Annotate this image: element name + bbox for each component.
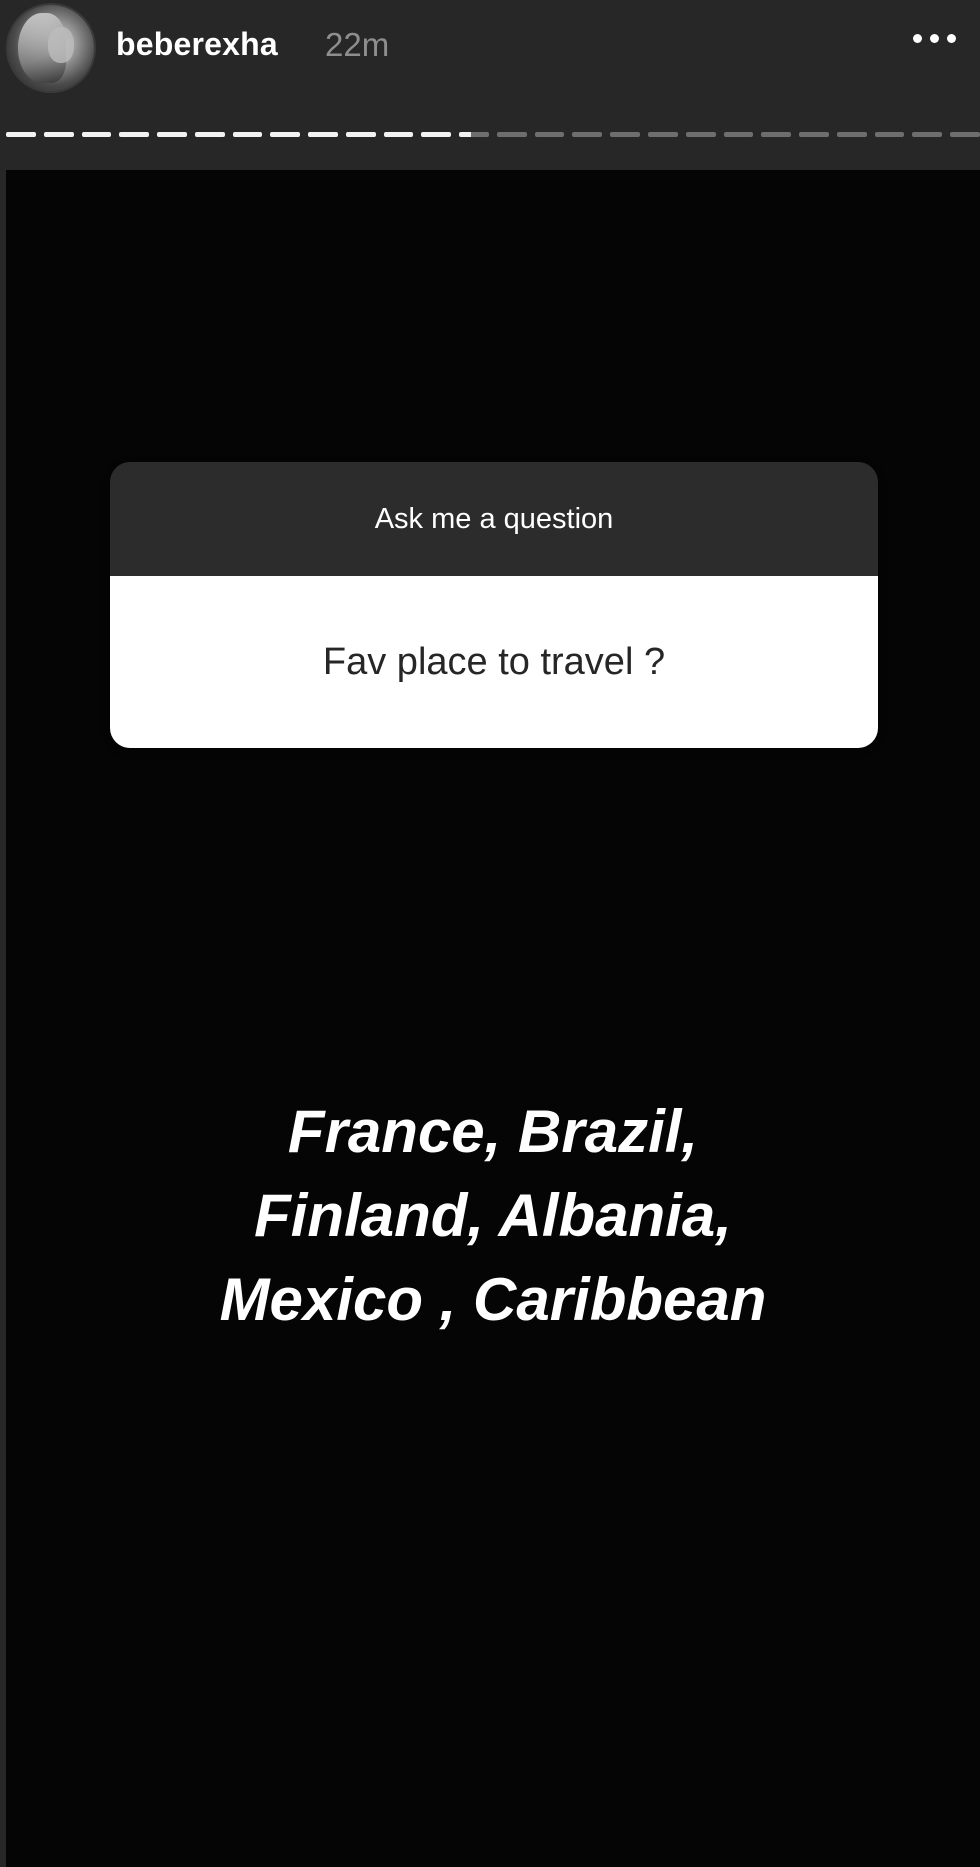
progress-segment	[81, 132, 112, 137]
progress-segment	[308, 132, 338, 137]
progress-segment	[6, 132, 36, 137]
progress-segment	[157, 132, 187, 137]
progress-segment	[761, 132, 792, 137]
progress-segment	[270, 132, 301, 137]
progress-segment	[194, 132, 225, 137]
progress-segment	[648, 132, 678, 137]
story-header: beberexha 22m	[0, 0, 980, 100]
progress-segment	[43, 132, 74, 137]
answer-line: Mexico , Caribbean	[219, 1266, 767, 1333]
story-viewer[interactable]: beberexha 22m Ask me a question Fav plac…	[0, 0, 980, 1867]
story-content[interactable]: Ask me a question Fav place to travel ? …	[6, 170, 980, 1867]
answer-text: France, Brazil, Finland, Albania, Mexico…	[6, 1090, 980, 1342]
progress-segment	[610, 132, 641, 137]
progress-segment	[912, 132, 943, 137]
progress-segment	[874, 132, 905, 137]
progress-segment	[572, 132, 603, 137]
progress-segment	[950, 132, 980, 137]
question-sticker[interactable]: Ask me a question Fav place to travel ?	[110, 462, 878, 748]
post-time: 22m	[325, 26, 390, 63]
progress-segment	[232, 132, 263, 137]
progress-segment	[345, 132, 376, 137]
story-progress-bar	[6, 132, 980, 137]
progress-segment	[534, 132, 565, 137]
question-prompt: Ask me a question	[110, 462, 878, 576]
progress-segment	[799, 132, 829, 137]
more-options-icon[interactable]	[913, 34, 956, 43]
dot	[913, 34, 922, 43]
username[interactable]: beberexha	[116, 26, 278, 63]
progress-segment	[836, 132, 867, 137]
progress-segment	[723, 132, 754, 137]
avatar-face	[48, 27, 74, 63]
progress-segment	[421, 132, 452, 137]
question-text: Fav place to travel ?	[110, 576, 878, 748]
avatar[interactable]	[6, 3, 96, 93]
answer-line: Finland, Albania,	[254, 1182, 732, 1249]
progress-segment	[685, 132, 716, 137]
progress-segment	[496, 132, 527, 137]
dot	[947, 34, 956, 43]
progress-segment	[119, 132, 150, 137]
dot	[930, 34, 939, 43]
answer-line: France, Brazil,	[287, 1098, 699, 1165]
progress-segment	[383, 132, 414, 137]
progress-segment	[459, 132, 489, 137]
